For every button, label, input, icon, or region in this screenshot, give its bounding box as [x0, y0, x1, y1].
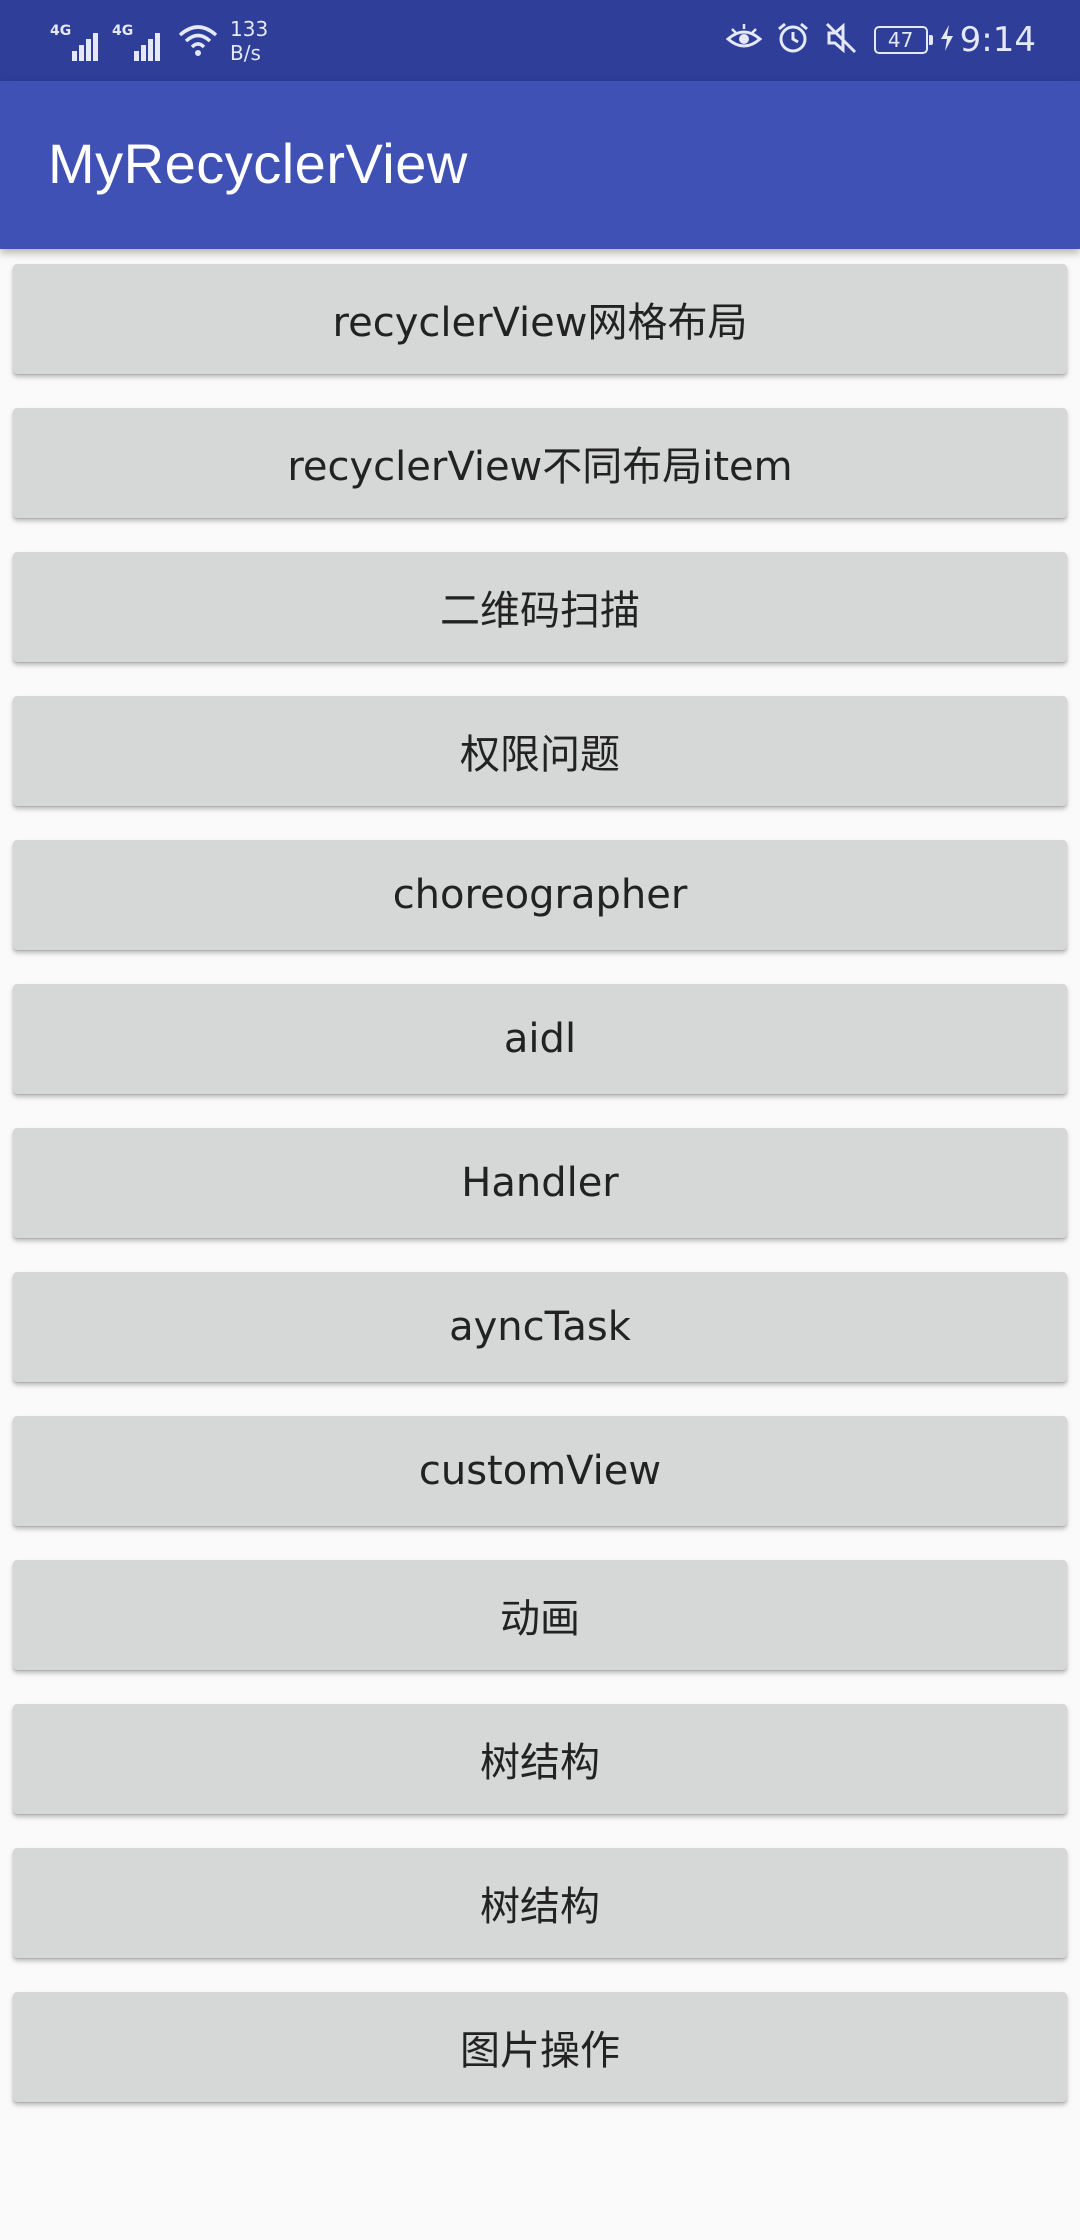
- app-title: MyRecyclerView: [48, 132, 468, 195]
- asynctask-button[interactable]: ayncTask: [13, 1272, 1067, 1382]
- qr-scan-button[interactable]: 二维码扫描: [13, 552, 1067, 662]
- image-operation-button[interactable]: 图片操作: [13, 1992, 1067, 2102]
- status-bar-right: 47 9:14: [712, 12, 1036, 68]
- recyclerview-grid-button[interactable]: recyclerView网格布局: [13, 264, 1067, 374]
- network-type-label: 4G: [50, 23, 72, 39]
- signal-icon: 4G: [50, 21, 102, 61]
- app-bar: MyRecyclerView: [0, 81, 1080, 249]
- tree-structure-button-2[interactable]: 树结构: [13, 1848, 1067, 1958]
- animation-button[interactable]: 动画: [13, 1560, 1067, 1670]
- status-bar: 4G 4G 133 B/s 47 9:14: [0, 0, 1080, 81]
- recyclerview-multi-layout-button[interactable]: recyclerView不同布局item: [13, 408, 1067, 518]
- clock: 9:14: [959, 20, 1036, 60]
- battery-icon: 47: [873, 26, 933, 54]
- permission-button[interactable]: 权限问题: [13, 696, 1067, 806]
- handler-button[interactable]: Handler: [13, 1128, 1067, 1238]
- network-speed-unit: B/s: [230, 41, 261, 65]
- alarm-icon: [776, 21, 810, 59]
- signal-icon: 4G: [112, 21, 164, 61]
- charging-icon: [940, 25, 954, 55]
- wifi-icon: [178, 21, 218, 61]
- choreographer-button[interactable]: choreographer: [13, 840, 1067, 950]
- status-bar-left: 4G 4G 133 B/s: [50, 14, 268, 68]
- network-speed-value: 133: [230, 17, 269, 41]
- aidl-button[interactable]: aidl: [13, 984, 1067, 1094]
- network-type-label: 4G: [112, 23, 134, 39]
- customview-button[interactable]: customView: [13, 1416, 1067, 1526]
- network-speed: 133 B/s: [230, 17, 268, 65]
- mute-icon: [824, 21, 858, 59]
- eye-icon: [725, 23, 762, 57]
- tree-structure-button[interactable]: 树结构: [13, 1704, 1067, 1814]
- battery-level: 47: [887, 28, 914, 52]
